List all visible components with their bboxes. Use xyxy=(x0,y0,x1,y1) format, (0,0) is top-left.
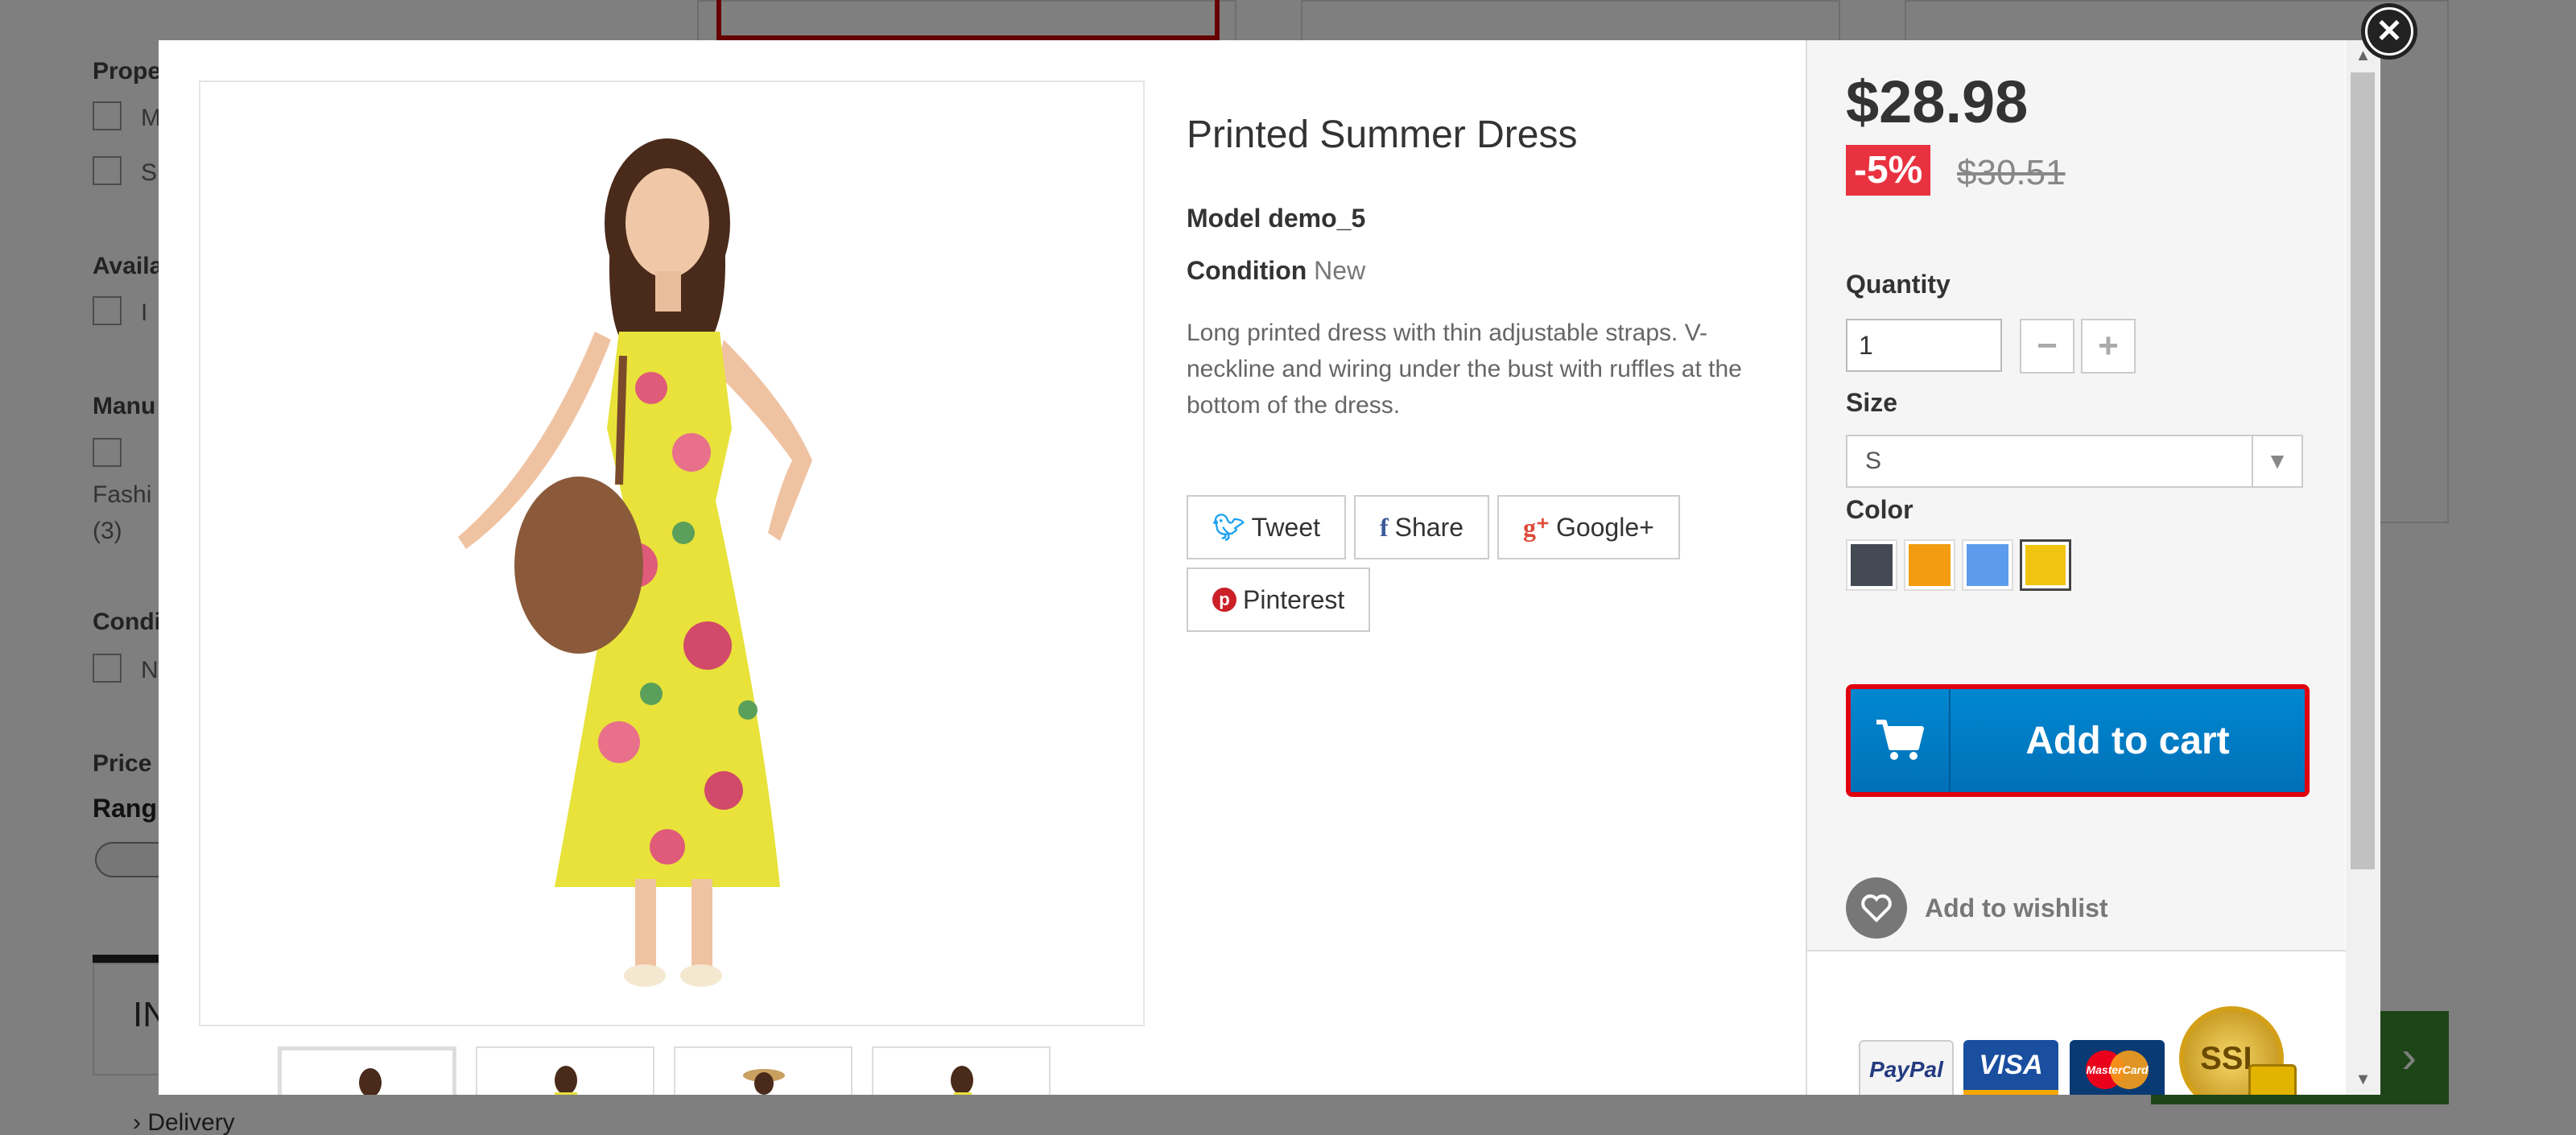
model-value: demo_5 xyxy=(1268,204,1366,233)
product-title: Printed Summer Dress xyxy=(1187,114,1578,156)
color-swatch-yellow[interactable] xyxy=(2020,539,2071,591)
heart-icon-svg xyxy=(1861,894,1892,922)
social-share-buttons: 🐦︎ Tweet f Share g⁺ Google+ p Pinterest xyxy=(1187,495,1750,632)
dress-photo-illustration xyxy=(458,138,812,987)
product-condition: Condition New xyxy=(1187,256,1750,286)
product-price: $28.98 xyxy=(1846,68,2029,135)
thumbnail-4[interactable] xyxy=(872,1046,1051,1095)
google-plus-button[interactable]: g⁺ Google+ xyxy=(1497,495,1680,559)
thumbnail-1-image xyxy=(359,1068,382,1095)
product-description: Long printed dress with thin adjustable … xyxy=(1187,320,1742,419)
color-swatch-blue[interactable] xyxy=(1962,539,2013,591)
product-model: Model demo_5 xyxy=(1187,204,1750,233)
size-label: Size xyxy=(1846,388,1898,417)
quantity-decrease-button[interactable]: − xyxy=(2020,319,2074,374)
pinterest-icon: p xyxy=(1212,588,1236,612)
heart-icon xyxy=(1846,877,1907,939)
thumbnail-3[interactable] xyxy=(674,1046,852,1095)
lock-icon xyxy=(2248,1064,2297,1095)
visa-logo: VISA xyxy=(1963,1040,2058,1095)
thumbnail-3-image xyxy=(743,1069,785,1095)
discount-badge: -5% xyxy=(1846,145,1931,196)
google-plus-icon: g⁺ xyxy=(1523,513,1550,542)
facebook-icon: f xyxy=(1380,512,1389,542)
mastercard-logo: MasterCard xyxy=(2070,1040,2165,1095)
quantity-label: Quantity xyxy=(1846,270,1951,299)
swatch-fill xyxy=(1909,544,1951,586)
wishlist-label: Add to wishlist xyxy=(1925,893,2108,922)
chevron-down-icon[interactable]: ▼ xyxy=(2252,436,2301,486)
swatch-fill xyxy=(1967,544,2008,586)
tweet-label: Tweet xyxy=(1251,512,1320,542)
close-x-glyph: ✕ xyxy=(2368,10,2411,53)
quick-view-modal: Printed Summer Dress Model demo_5 Condit… xyxy=(159,40,2380,1095)
color-label: Color xyxy=(1846,495,1913,524)
add-to-cart-label: Add to cart xyxy=(2025,719,2230,762)
size-select[interactable]: S ▼ xyxy=(1846,435,2303,488)
share-label: Share xyxy=(1394,512,1464,542)
add-to-wishlist-link[interactable]: Add to wishlist xyxy=(1846,877,2108,939)
thumbnail-strip xyxy=(278,1046,1051,1095)
swatch-fill xyxy=(2025,545,2066,585)
close-icon[interactable]: ✕ xyxy=(2361,3,2417,60)
model-label: Model xyxy=(1187,204,1261,233)
mastercard-circles: MasterCard xyxy=(2086,1050,2149,1089)
google-plus-label: Google+ xyxy=(1555,512,1654,542)
thumbnail-4-image xyxy=(951,1066,973,1095)
swatch-fill xyxy=(1851,544,1893,586)
thumbnail-2[interactable] xyxy=(476,1046,654,1095)
quantity-increase-button[interactable]: + xyxy=(2081,319,2136,374)
purchase-panel: $28.98 -5% $30.51 Quantity − + Size S ▼ … xyxy=(1806,40,2347,1095)
payment-badges: PayPal VISA MasterCard SSL xyxy=(1807,951,2347,1095)
condition-value: New xyxy=(1314,256,1366,285)
modal-scrollbar[interactable]: ▲ ▼ xyxy=(2346,40,2380,1095)
old-price: $30.51 xyxy=(1957,153,2066,192)
size-value: S xyxy=(1865,448,1882,474)
paypal-logo: PayPal xyxy=(1859,1040,1954,1095)
quantity-input[interactable] xyxy=(1846,319,2002,372)
pinterest-button[interactable]: p Pinterest xyxy=(1187,568,1371,632)
thumbnail-2-image xyxy=(555,1066,577,1095)
plus-icon: + xyxy=(2098,326,2119,365)
cart-icon xyxy=(1851,689,1951,792)
product-info: Printed Summer Dress Model demo_5 Condit… xyxy=(1187,113,1750,423)
tweet-button[interactable]: 🐦︎ Tweet xyxy=(1187,495,1346,559)
cart-icon-svg xyxy=(1876,720,1924,760)
thumbnail-1[interactable] xyxy=(278,1046,456,1095)
condition-label: Condition xyxy=(1187,256,1307,285)
product-main-image[interactable] xyxy=(199,80,1145,1026)
twitter-icon: 🐦︎ xyxy=(1212,513,1245,542)
pinterest-label: Pinterest xyxy=(1243,584,1345,614)
scroll-down-arrow-icon[interactable]: ▼ xyxy=(2346,1064,2380,1095)
scrollbar-thumb[interactable] xyxy=(2351,72,2375,869)
minus-icon: − xyxy=(2037,326,2058,365)
add-to-cart-button[interactable]: Add to cart xyxy=(1846,684,2310,797)
color-swatch-dark-gray[interactable] xyxy=(1846,539,1897,591)
share-button[interactable]: f Share xyxy=(1354,495,1490,559)
mastercard-text: MasterCard xyxy=(2086,1063,2148,1076)
color-swatch-orange[interactable] xyxy=(1904,539,1955,591)
